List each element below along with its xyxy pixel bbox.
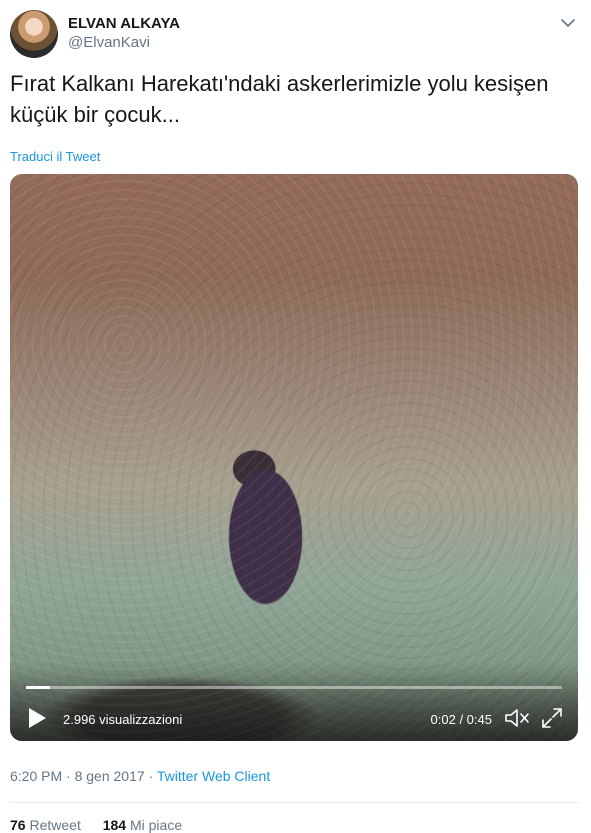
tweet-date[interactable]: 8 gen 2017 bbox=[75, 768, 145, 784]
video-player[interactable]: 2.996 visualizzazioni 0:02 / 0:45 bbox=[10, 174, 578, 741]
tweet-meta: 6:20 PM · 8 gen 2017 · Twitter Web Clien… bbox=[10, 768, 270, 784]
retweets-stat[interactable]: 76 Retweet bbox=[10, 817, 81, 833]
volume-muted-icon[interactable] bbox=[504, 706, 530, 730]
tweet-time[interactable]: 6:20 PM bbox=[10, 768, 62, 784]
translate-tweet-link[interactable]: Traduci il Tweet bbox=[10, 149, 100, 164]
video-progress-fill bbox=[26, 686, 50, 689]
retweets-count: 76 bbox=[10, 817, 26, 833]
likes-stat[interactable]: 184 Mi piace bbox=[103, 817, 182, 833]
video-time: 0:02 / 0:45 bbox=[430, 712, 492, 727]
tweet-client-link[interactable]: Twitter Web Client bbox=[157, 768, 270, 784]
play-icon[interactable] bbox=[26, 706, 48, 730]
likes-label: Mi piace bbox=[129, 817, 183, 833]
meta-separator: · bbox=[148, 768, 154, 784]
video-progress-bar[interactable] bbox=[26, 686, 562, 689]
author-name[interactable]: ELVAN ALKAYA bbox=[68, 15, 180, 32]
avatar[interactable] bbox=[10, 10, 58, 58]
likes-count: 184 bbox=[102, 817, 127, 833]
retweets-label: Retweet bbox=[29, 817, 81, 833]
video-controls-background bbox=[10, 661, 578, 741]
view-count: 2.996 visualizzazioni bbox=[63, 712, 183, 727]
tweet-text: Fırat Kalkanı Harekatı'ndaki askerlerimi… bbox=[10, 71, 549, 127]
tweet-stats: 76 Retweet 184 Mi piace bbox=[10, 817, 182, 833]
divider bbox=[10, 802, 579, 803]
author-handle[interactable]: @ElvanKavi bbox=[68, 34, 150, 51]
fullscreen-icon[interactable] bbox=[540, 706, 564, 730]
chevron-down-icon[interactable] bbox=[557, 12, 579, 34]
meta-separator: · bbox=[66, 768, 71, 784]
